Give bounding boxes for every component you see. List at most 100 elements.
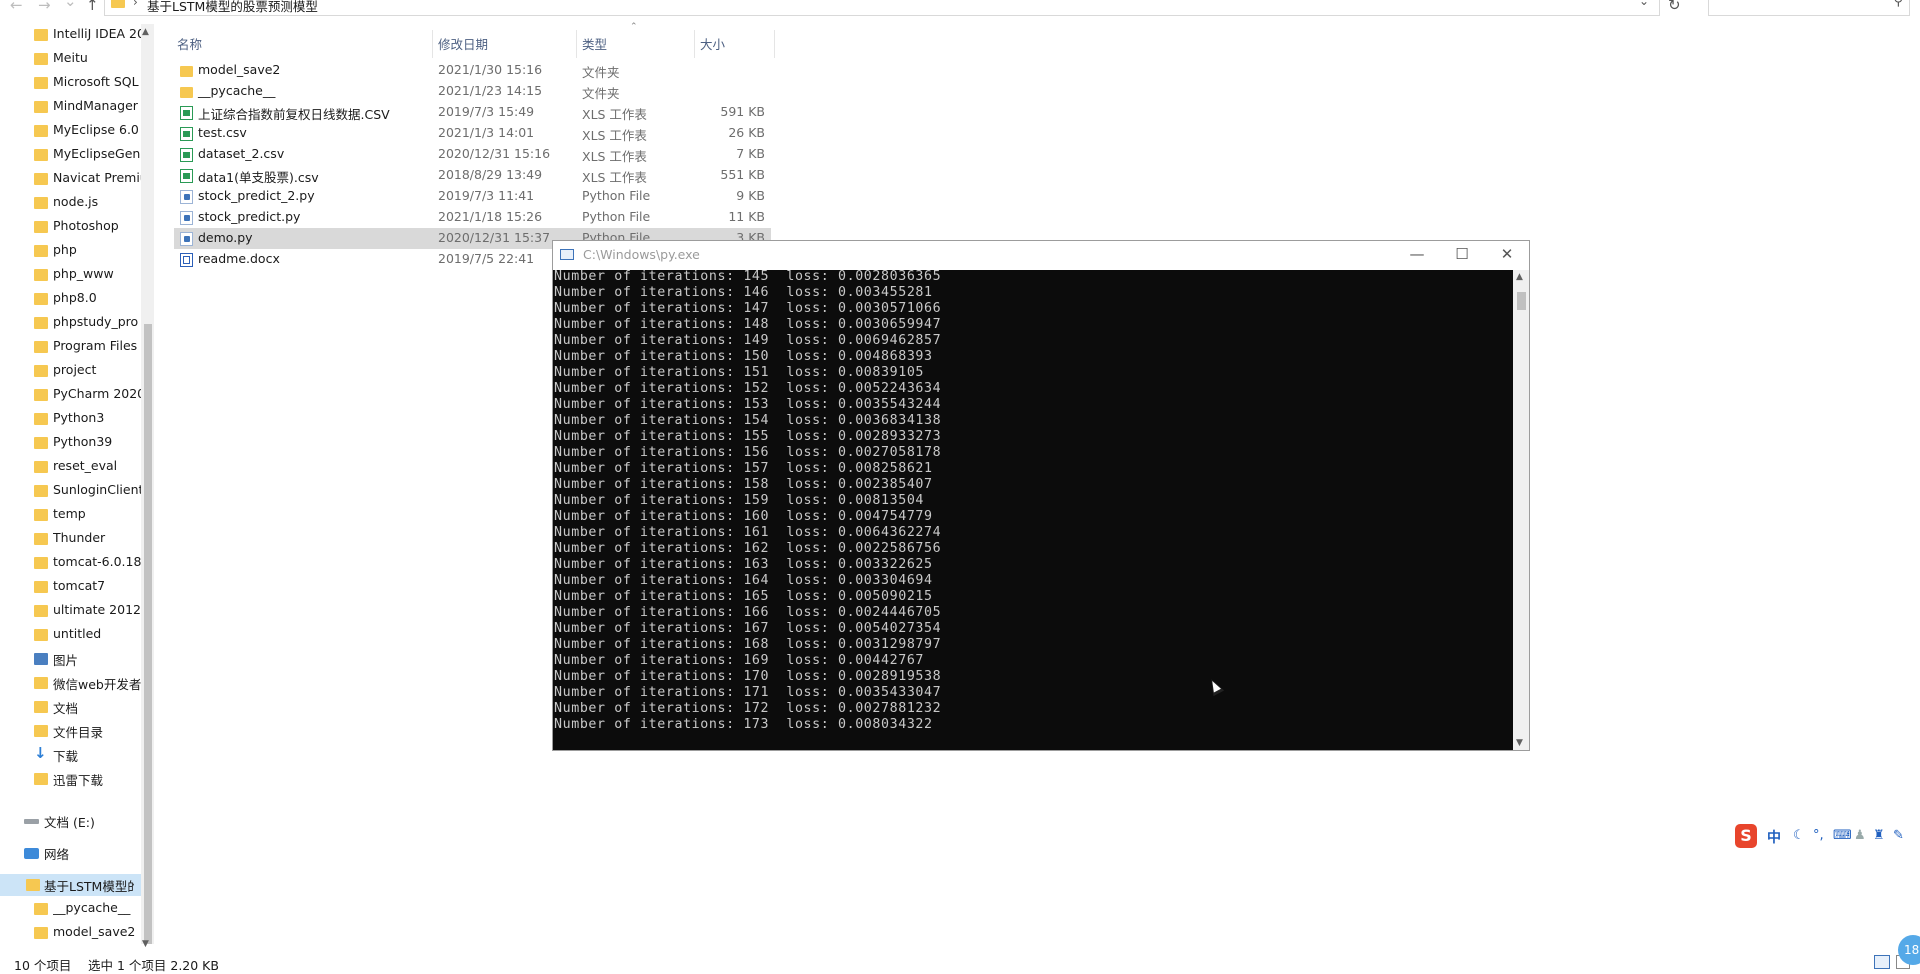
sidebar-item[interactable]: ultimate 2012 xyxy=(0,600,152,622)
punctuation-icon[interactable]: °, xyxy=(1813,828,1824,843)
column-divider[interactable] xyxy=(432,30,433,58)
sidebar-item[interactable]: php8.0 xyxy=(0,288,152,310)
sidebar-item[interactable]: Thunder xyxy=(0,528,152,550)
file-size: 9 KB xyxy=(736,188,765,203)
up-arrow-icon[interactable]: ↑ xyxy=(86,0,99,14)
sidebar-item[interactable]: 文件目录 xyxy=(0,720,152,742)
file-date: 2021/1/23 14:15 xyxy=(438,83,543,98)
file-row[interactable]: 上证综合指数前复权日线数据.CSV 2019/7/3 15:49 XLS 工作表 59… xyxy=(174,102,771,123)
sidebar-item[interactable]: Python3 xyxy=(0,408,152,430)
sidebar-item[interactable]: Microsoft SQL xyxy=(0,72,152,94)
scroll-down-icon[interactable]: ▼ xyxy=(1516,738,1523,748)
breadcrumb[interactable]: 基于LSTM模型的股票预测模型 xyxy=(147,0,318,15)
chevron-down-icon[interactable]: ⌄ xyxy=(1639,0,1649,8)
sidebar-item-subfolder[interactable]: model_save2 xyxy=(0,922,152,944)
sidebar-item[interactable]: 微信web开发者工 xyxy=(0,672,152,694)
scrollbar-thumb[interactable] xyxy=(144,324,152,944)
sogou-logo-icon[interactable]: S xyxy=(1735,824,1757,848)
sidebar-item[interactable]: tomcat7 xyxy=(0,576,152,598)
input-mode-toggle[interactable]: 中 xyxy=(1767,827,1781,847)
moon-icon[interactable]: ☾ xyxy=(1793,828,1805,843)
column-divider[interactable] xyxy=(694,30,695,58)
file-name: data1(单支股票).csv xyxy=(198,170,319,185)
file-row[interactable]: dataset_2.csv 2020/12/31 15:16 XLS 工作表 7 KB xyxy=(174,144,771,165)
maximize-button[interactable]: ☐ xyxy=(1442,243,1482,265)
wrench-icon[interactable]: ✎ xyxy=(1893,828,1904,843)
sidebar-item-subfolder[interactable]: __pycache__ xyxy=(0,898,152,920)
sidebar-item[interactable]: Python39 xyxy=(0,432,152,454)
sidebar-item[interactable]: node.js xyxy=(0,192,152,214)
console-app-icon xyxy=(560,249,574,260)
refresh-icon[interactable]: ↻ xyxy=(1668,0,1681,14)
file-row[interactable]: stock_predict_2.py 2019/7/3 11:41 Python F… xyxy=(174,186,771,207)
sidebar-item[interactable]: Meitu xyxy=(0,48,152,70)
address-bar[interactable]: › 基于LSTM模型的股票预测模型 ⌄ xyxy=(104,0,1660,16)
file-row[interactable]: stock_predict.py 2021/1/18 15:26 Python Fi… xyxy=(174,207,771,228)
notification-badge[interactable]: 18 xyxy=(1898,935,1920,965)
scroll-down-icon[interactable]: ▼ xyxy=(142,939,149,949)
sidebar-item[interactable]: php xyxy=(0,240,152,262)
sidebar-item[interactable]: IntelliJ IDEA 20 xyxy=(0,24,152,46)
column-divider[interactable] xyxy=(576,30,577,58)
file-date: 2019/7/5 22:41 xyxy=(438,251,535,266)
sidebar-item-current-folder[interactable]: 基于LSTM模型的股 xyxy=(0,874,152,896)
sidebar-item[interactable]: PyCharm 2020. xyxy=(0,384,152,406)
console-titlebar[interactable]: C:\Windows\py.exe — ☐ ✕ xyxy=(553,241,1529,269)
sidebar-item-label: node.js xyxy=(53,194,99,209)
sidebar-item-label: project xyxy=(53,362,97,377)
console-output[interactable]: Number of iterations: 145 loss: 0.002803… xyxy=(553,270,1513,750)
sidebar-item[interactable]: 文档 xyxy=(0,696,152,718)
forward-arrow-icon[interactable]: → xyxy=(38,0,51,14)
folder-icon xyxy=(34,269,48,281)
sidebar-item[interactable]: phpstudy_pro xyxy=(0,312,152,334)
sidebar-item[interactable]: SunloginClient xyxy=(0,480,152,502)
sidebar-item[interactable]: MindManager xyxy=(0,96,152,118)
sidebar-item[interactable]: reset_eval xyxy=(0,456,152,478)
navigation-scrollbar[interactable]: ▲ ▼ xyxy=(141,24,154,949)
file-row[interactable]: __pycache__ 2021/1/23 14:15 文件夹 xyxy=(174,81,771,102)
close-button[interactable]: ✕ xyxy=(1487,243,1527,265)
column-header-date[interactable]: 修改日期 xyxy=(438,34,488,53)
details-view-icon[interactable] xyxy=(1874,955,1890,969)
scrollbar-thumb[interactable] xyxy=(1517,292,1526,310)
sidebar-item[interactable]: tomcat-6.0.18 xyxy=(0,552,152,574)
keyboard-icon[interactable]: ⌨ xyxy=(1833,828,1852,843)
scroll-up-icon[interactable]: ▲ xyxy=(1516,272,1523,282)
sidebar-item-label: reset_eval xyxy=(53,458,118,473)
console-scrollbar[interactable]: ▲ ▼ xyxy=(1513,270,1529,750)
column-divider[interactable] xyxy=(774,30,775,58)
column-header-size[interactable]: 大小 xyxy=(700,34,725,53)
folder-icon xyxy=(34,365,48,377)
shirt-icon[interactable]: ♜ xyxy=(1873,828,1885,843)
sidebar-item[interactable]: temp xyxy=(0,504,152,526)
file-row[interactable]: model_save2 2021/1/30 15:16 文件夹 xyxy=(174,60,771,81)
sidebar-item-label: 文档 (E:) xyxy=(44,815,95,830)
sidebar-item[interactable]: untitled xyxy=(0,624,152,646)
back-arrow-icon[interactable]: ← xyxy=(10,0,23,14)
column-header-type[interactable]: 类型 xyxy=(582,34,607,53)
search-input[interactable]: ⚲ xyxy=(1708,0,1910,16)
minimize-button[interactable]: — xyxy=(1397,243,1437,265)
sidebar-item[interactable]: 图片 xyxy=(0,648,152,670)
scroll-up-icon[interactable]: ▲ xyxy=(142,27,149,37)
sidebar-item[interactable]: 迅雷下载 xyxy=(0,768,152,790)
sidebar-item[interactable]: Photoshop xyxy=(0,216,152,238)
sidebar-item[interactable]: php_www xyxy=(0,264,152,286)
console-window[interactable]: C:\Windows\py.exe — ☐ ✕ Number of iterat… xyxy=(552,240,1530,751)
sidebar-item[interactable]: MyEclipseGen xyxy=(0,144,152,166)
file-row[interactable]: test.csv 2021/1/3 14:01 XLS 工作表 26 KB xyxy=(174,123,771,144)
sidebar-item[interactable]: Program Files ( xyxy=(0,336,152,358)
sidebar-item[interactable]: 下载 xyxy=(0,744,152,766)
user-icon[interactable]: ♟ xyxy=(1854,828,1866,843)
sidebar-item[interactable]: MyEclipse 6.0 xyxy=(0,120,152,142)
column-header-name[interactable]: 名称 xyxy=(177,34,202,53)
console-line: Number of iterations: 161 loss: 0.006436… xyxy=(554,525,942,540)
sidebar-item-network[interactable]: 网络 xyxy=(0,842,152,864)
sidebar-item[interactable]: Navicat Premiu xyxy=(0,168,152,190)
sidebar-item[interactable]: project xyxy=(0,360,152,382)
recent-locations-icon[interactable]: ⌄ xyxy=(64,0,77,10)
sidebar-item-drive[interactable]: 文档 (E:) xyxy=(0,810,152,832)
console-line: Number of iterations: 162 loss: 0.002258… xyxy=(554,541,942,556)
console-line: Number of iterations: 155 loss: 0.002893… xyxy=(554,429,942,444)
file-row[interactable]: data1(单支股票).csv 2018/8/29 13:49 XLS 工作表 551… xyxy=(174,165,771,186)
